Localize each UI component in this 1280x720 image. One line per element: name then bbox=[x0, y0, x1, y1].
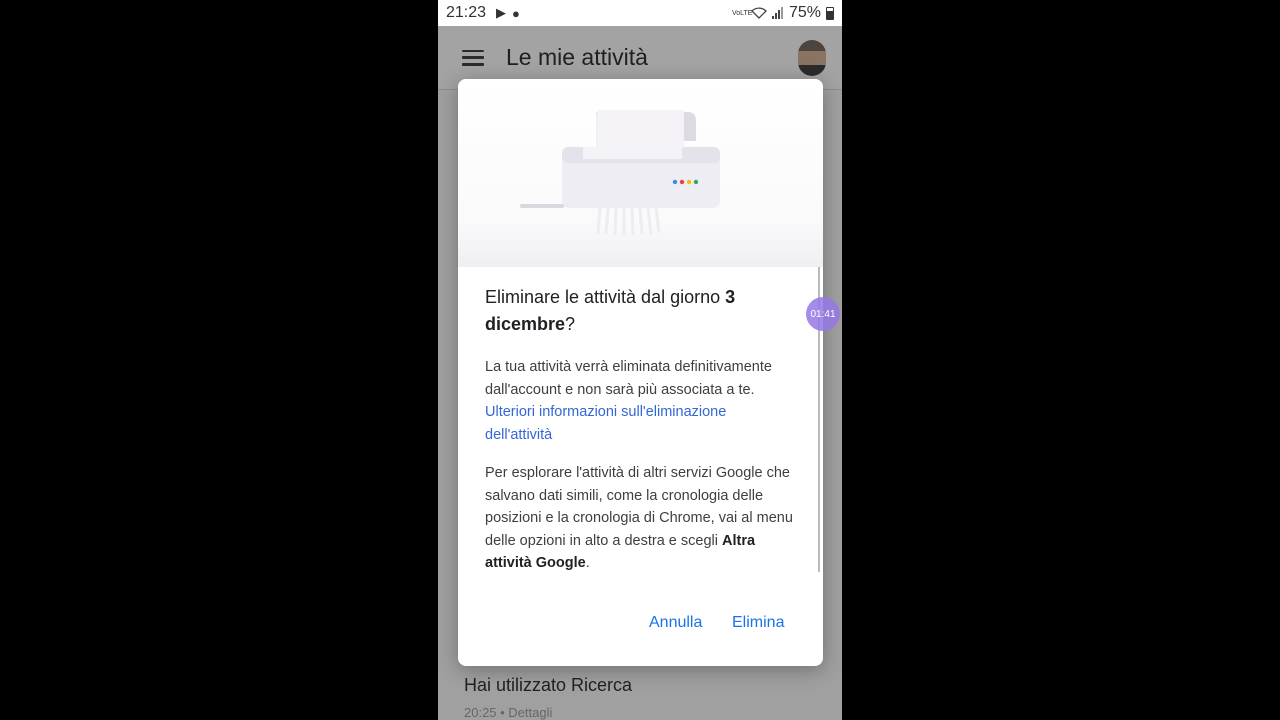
dialog-title: Eliminare le attività dal giorno 3 dicemb… bbox=[485, 287, 736, 334]
signal-icon bbox=[771, 7, 783, 19]
record-icon: ● bbox=[512, 5, 520, 21]
dialog-paragraph-other-activity: Per esplorare l'attività di altri serviz… bbox=[485, 465, 793, 571]
timer-bubble[interactable]: 01:41 bbox=[806, 297, 840, 331]
status-time: 21:23 bbox=[446, 4, 487, 21]
activity-item-subtitle: 20:25 • Dettagli bbox=[464, 705, 553, 720]
play-icon: ▶ bbox=[496, 5, 507, 20]
shredder-illustration bbox=[458, 79, 823, 267]
activity-item-title: Hai utilizzato Ricerca bbox=[464, 675, 633, 695]
shredder-icon bbox=[520, 110, 720, 236]
cancel-button[interactable]: Annulla bbox=[649, 614, 702, 632]
delete-activity-dialog: Eliminare le attività dal giorno 3 dicemb… bbox=[458, 79, 823, 666]
wifi-icon bbox=[751, 7, 767, 19]
battery-percentage: 75% bbox=[788, 4, 821, 21]
status-bar: 21:23 ▶ ● VoLTE 75% bbox=[438, 0, 842, 26]
learn-more-link[interactable]: Ulteriori informazioni sull'eliminazione… bbox=[485, 404, 726, 443]
dialog-paragraph-deletion: La tua attività verrà eliminata definiti… bbox=[485, 359, 772, 443]
volte-icon: VoLTE bbox=[731, 9, 753, 17]
battery-icon bbox=[826, 6, 834, 20]
delete-button[interactable]: Elimina bbox=[732, 614, 784, 632]
